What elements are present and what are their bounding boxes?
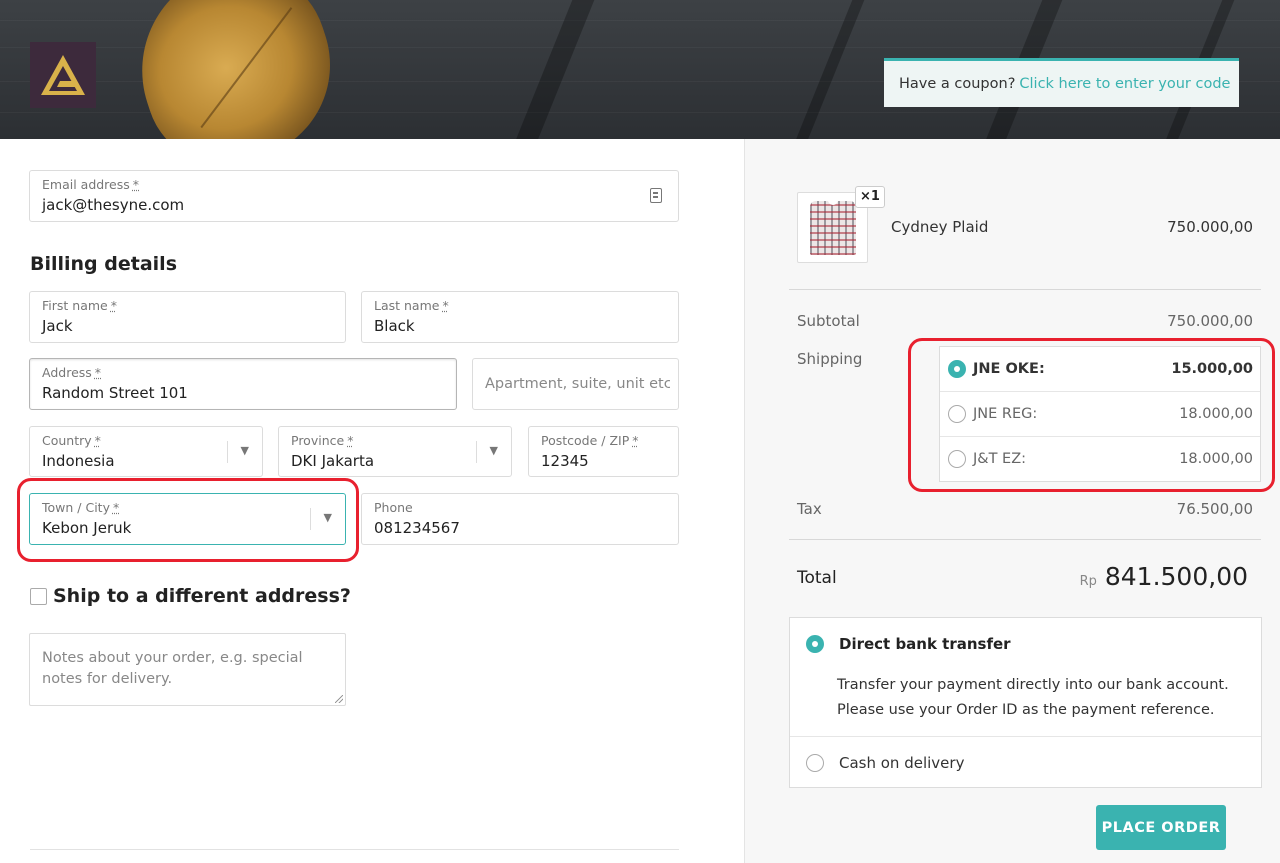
subtotal-label: Subtotal <box>797 312 860 330</box>
shirt-icon <box>810 199 856 255</box>
province-select[interactable]: Province * DKI Jakarta ▼ <box>278 426 512 477</box>
postcode-value: 12345 <box>541 452 589 470</box>
shipping-label: Shipping <box>797 350 863 368</box>
phone-label: Phone <box>374 500 413 515</box>
shipping-option-jne-reg[interactable]: JNE REG: 18.000,00 <box>940 392 1260 437</box>
shipping-option-price: 18.000,00 <box>1179 451 1253 467</box>
city-value: Kebon Jeruk <box>42 519 132 537</box>
city-label: Town / City <box>42 500 110 515</box>
payment-method-cod[interactable]: Cash on delivery <box>839 754 964 772</box>
country-label: Country <box>42 433 92 448</box>
divider <box>789 289 1261 290</box>
tax-label: Tax <box>797 500 822 518</box>
total-amount: Rp 841.500,00 <box>1080 562 1248 591</box>
province-value: DKI Jakarta <box>291 452 375 470</box>
total-value: 841.500,00 <box>1104 562 1248 591</box>
divider <box>30 849 679 850</box>
payment-methods: Direct bank transfer Transfer your payme… <box>789 617 1262 788</box>
province-label: Province <box>291 433 345 448</box>
subtotal-value: 750.000,00 <box>1167 312 1253 330</box>
radio-selected-icon[interactable] <box>948 360 966 378</box>
email-value: jack@thesyne.com <box>42 196 185 214</box>
country-select[interactable]: Country * Indonesia ▼ <box>29 426 263 477</box>
shipping-options: JNE OKE: 15.000,00 JNE REG: 18.000,00 J&… <box>939 346 1261 482</box>
order-notes-placeholder: Notes about your order, e.g. special not… <box>42 650 303 687</box>
logo-mark-icon <box>41 55 85 95</box>
billing-heading: Billing details <box>30 253 177 275</box>
postcode-label: Postcode / ZIP <box>541 433 630 448</box>
phone-value: 081234567 <box>374 519 460 537</box>
country-value: Indonesia <box>42 452 115 470</box>
address-field[interactable]: Address * Random Street 101 <box>29 358 457 410</box>
ship-different-address[interactable]: Ship to a different address? <box>30 585 351 607</box>
place-order-button[interactable]: PLACE ORDER <box>1096 805 1226 850</box>
radio-icon[interactable] <box>948 450 966 468</box>
order-summary: ×1 Cydney Plaid 750.000,00 Subtotal 750.… <box>744 139 1280 863</box>
currency-symbol: Rp <box>1079 574 1097 589</box>
product-name: Cydney Plaid <box>891 218 989 236</box>
email-field[interactable]: Email address * jack@thesyne.com <box>29 170 679 222</box>
shipping-option-name: JNE REG: <box>973 406 1038 422</box>
postcode-field[interactable]: Postcode / ZIP * 12345 <box>528 426 679 477</box>
shipping-option-price: 15.000,00 <box>1171 361 1253 377</box>
ship-different-checkbox[interactable] <box>30 587 47 605</box>
chevron-down-icon: ▼ <box>323 511 332 524</box>
ship-different-label: Ship to a different address? <box>53 585 351 607</box>
bank-transfer-description: Transfer your payment directly into our … <box>837 677 1229 718</box>
address-label: Address <box>42 365 92 380</box>
tax-value: 76.500,00 <box>1176 500 1253 518</box>
chevron-down-icon: ▼ <box>240 444 249 457</box>
last-name-field[interactable]: Last name * Black <box>361 291 679 343</box>
address-value: Random Street 101 <box>42 384 188 402</box>
coupon-prompt: Have a coupon? <box>899 76 1016 92</box>
divider <box>789 539 1261 540</box>
radio-selected-icon[interactable] <box>806 635 824 653</box>
chevron-down-icon: ▼ <box>489 444 498 457</box>
radio-icon[interactable] <box>806 754 824 772</box>
phone-field[interactable]: Phone 081234567 <box>361 493 679 545</box>
payment-method-bank-transfer[interactable]: Direct bank transfer <box>839 635 1011 653</box>
order-notes-textarea[interactable]: Notes about your order, e.g. special not… <box>29 633 346 706</box>
shipping-option-name: J&T EZ: <box>973 451 1027 467</box>
first-name-label: First name <box>42 298 108 313</box>
coupon-notice: Have a coupon? Click here to enter your … <box>884 58 1239 107</box>
shipping-option-name: JNE OKE: <box>973 361 1045 377</box>
shipping-option-jt-ez[interactable]: J&T EZ: 18.000,00 <box>940 437 1260 482</box>
shipping-option-jne-oke[interactable]: JNE OKE: 15.000,00 <box>940 347 1260 392</box>
first-name-field[interactable]: First name * Jack <box>29 291 346 343</box>
product-price: 750.000,00 <box>1167 218 1253 236</box>
email-label: Email address <box>42 177 130 192</box>
logo[interactable] <box>30 42 96 108</box>
last-name-value: Black <box>374 317 415 335</box>
coupon-link[interactable]: Click here to enter your code <box>1019 76 1230 92</box>
resize-handle-icon[interactable] <box>335 695 343 703</box>
shipping-option-price: 18.000,00 <box>1179 406 1253 422</box>
first-name-value: Jack <box>42 317 73 335</box>
header-banner: Have a coupon? Click here to enter your … <box>0 0 1280 139</box>
last-name-label: Last name <box>374 298 440 313</box>
total-label: Total <box>797 568 837 588</box>
contact-card-icon <box>650 188 662 203</box>
address2-field[interactable]: Apartment, suite, unit etc <box>472 358 679 410</box>
quantity-badge: ×1 <box>855 186 885 208</box>
radio-icon[interactable] <box>948 405 966 423</box>
address2-placeholder: Apartment, suite, unit etc <box>485 376 670 392</box>
city-select[interactable]: Town / City * Kebon Jeruk ▼ <box>29 493 346 545</box>
